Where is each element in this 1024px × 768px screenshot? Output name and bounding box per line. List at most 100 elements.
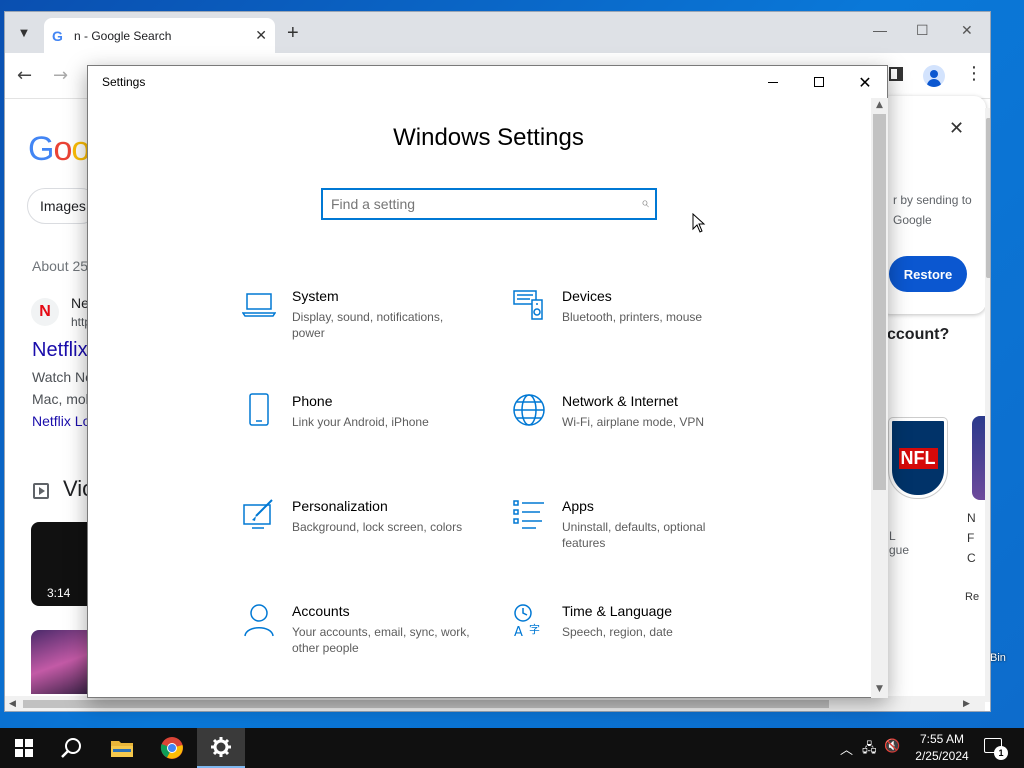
- side-panel-icon[interactable]: [889, 67, 903, 81]
- scrollbar-thumb[interactable]: [873, 114, 886, 490]
- forward-arrow-icon[interactable]: →: [53, 65, 68, 86]
- settings-window: Settings ✕ Windows Settings ⌕ System Dis…: [87, 65, 888, 698]
- page-title: Windows Settings: [393, 124, 584, 151]
- google-favicon-icon: G: [52, 27, 63, 44]
- page-horizontal-scrollbar[interactable]: ◀ ▶: [5, 696, 985, 711]
- taskbar: ︿ 🖧 🔇 7:55 AM 2/25/2024 1: [0, 728, 1024, 768]
- clock[interactable]: 7:55 AM 2/25/2024: [906, 731, 978, 765]
- scroll-up-arrow-icon[interactable]: ▲: [871, 100, 888, 110]
- chrome-minimize-button[interactable]: —: [873, 22, 887, 38]
- maximize-icon: [814, 77, 824, 87]
- settings-minimize-button[interactable]: [750, 66, 796, 98]
- side-caption-fragment: Re: [965, 591, 980, 603]
- video-play-icon: [33, 483, 49, 499]
- apps-list-icon: [513, 500, 544, 529]
- category-title: Apps: [562, 498, 594, 514]
- category-description: Wi-Fi, airplane mode, VPN: [562, 415, 705, 429]
- category-description: Link your Android, iPhone: [292, 415, 429, 429]
- category-title: Time & Language: [562, 603, 672, 619]
- scroll-down-arrow-icon[interactable]: ▼: [871, 684, 888, 694]
- category-title: Devices: [562, 288, 612, 304]
- taskbar-settings[interactable]: [197, 728, 245, 768]
- new-tab-button[interactable]: +: [287, 22, 299, 45]
- settings-maximize-button[interactable]: [796, 66, 842, 98]
- search-icon: [61, 738, 81, 758]
- nfl-caption: Lgue: [889, 529, 910, 557]
- card-close-icon[interactable]: ✕: [949, 118, 964, 139]
- scroll-right-arrow-icon[interactable]: ▶: [963, 696, 970, 711]
- back-arrow-icon[interactable]: ←: [17, 65, 32, 86]
- clock-date: 2/25/2024: [915, 749, 969, 763]
- taskbar-chrome[interactable]: [148, 728, 196, 768]
- category-description: Display, sound, notifications, power: [292, 310, 444, 340]
- tab-close-icon[interactable]: ✕: [255, 28, 267, 44]
- category-title: Accounts: [292, 603, 350, 619]
- svg-text:A: A: [514, 625, 523, 637]
- start-button[interactable]: [0, 728, 48, 768]
- chevron-down-icon: ▼: [20, 27, 28, 39]
- result-title-link[interactable]: Netflix: [32, 339, 88, 362]
- kebab-menu-icon[interactable]: ⋮: [965, 63, 983, 84]
- minimize-icon: [768, 81, 778, 83]
- chrome-close-button[interactable]: ✕: [961, 22, 973, 39]
- netflix-favicon-icon: N: [31, 298, 59, 326]
- category-network-internet[interactable]: Network & Internet Wi-Fi, airplane mode,…: [512, 393, 772, 463]
- settings-close-button[interactable]: ✕: [842, 66, 888, 98]
- network-icon[interactable]: 🖧: [862, 739, 877, 761]
- svg-text:字: 字: [529, 622, 540, 636]
- laptop-icon: [242, 293, 276, 317]
- windows-logo-icon: [15, 739, 33, 757]
- category-description: Uninstall, defaults, optional features: [562, 520, 706, 550]
- category-accounts[interactable]: Accounts Your accounts, email, sync, wor…: [242, 603, 502, 673]
- category-description: Speech, region, date: [562, 625, 673, 639]
- category-devices[interactable]: Devices Bluetooth, printers, mouse: [512, 288, 772, 358]
- paint-icon: [243, 499, 273, 529]
- category-description: Your accounts, email, sync, work, other …: [292, 625, 470, 655]
- result-sitelink[interactable]: Netflix Lo: [32, 413, 90, 429]
- scroll-left-arrow-icon[interactable]: ◀: [9, 696, 16, 711]
- category-title: System: [292, 288, 339, 304]
- search-icon: ⌕: [641, 195, 649, 211]
- taskbar-search-button[interactable]: [48, 728, 96, 768]
- tab-search-button[interactable]: ▼: [11, 20, 37, 46]
- category-apps[interactable]: Apps Uninstall, defaults, optional featu…: [512, 498, 772, 568]
- nfl-logo-image[interactable]: NFL: [888, 417, 948, 499]
- close-icon: ✕: [858, 72, 872, 92]
- time-language-icon: A 字: [514, 604, 540, 637]
- restore-session-card: ✕ r by sending to Google Restore: [879, 96, 986, 314]
- tab-title: n - Google Search: [74, 28, 172, 43]
- page-vertical-scrollbar[interactable]: [985, 108, 990, 702]
- chevron-up-icon[interactable]: ︿: [840, 739, 853, 758]
- volume-muted-icon[interactable]: 🔇: [884, 739, 900, 754]
- chrome-icon: [160, 737, 183, 759]
- account-question-heading: ccount?: [887, 326, 950, 343]
- restore-button[interactable]: Restore: [889, 256, 967, 292]
- settings-search-box[interactable]: ⌕: [321, 188, 657, 220]
- video-duration: 3:14: [47, 586, 71, 600]
- mouse-cursor-icon: [692, 213, 706, 233]
- devices-icon: [513, 290, 543, 320]
- category-title: Personalization: [292, 498, 388, 514]
- clock-time: 7:55 AM: [919, 732, 965, 746]
- category-phone[interactable]: Phone Link your Android, iPhone: [242, 393, 502, 463]
- result-snippet-line: Mac, mob: [32, 391, 94, 407]
- profile-avatar-icon[interactable]: [923, 65, 945, 87]
- category-time-language[interactable]: A 字 Time & Language Speech, region, date: [512, 603, 772, 673]
- person-icon: [244, 604, 274, 637]
- chrome-maximize-button[interactable]: ☐: [916, 22, 929, 39]
- category-system[interactable]: System Display, sound, notifications, po…: [242, 288, 502, 358]
- taskbar-file-explorer[interactable]: [98, 728, 146, 768]
- folder-icon: [111, 741, 133, 757]
- tab-google-search[interactable]: G n - Google Search ✕: [44, 18, 275, 53]
- recycle-bin-label[interactable]: Bin: [990, 652, 1006, 664]
- settings-window-title: Settings: [102, 75, 146, 89]
- settings-vertical-scrollbar[interactable]: ▲ ▼: [871, 98, 888, 698]
- category-personalization[interactable]: Personalization Background, lock screen,…: [242, 498, 502, 568]
- search-input[interactable]: [331, 193, 631, 215]
- settings-titlebar[interactable]: Settings ✕: [88, 66, 887, 98]
- side-caption: NFC: [967, 511, 976, 565]
- result-snippet-line: Watch Ne: [32, 369, 93, 385]
- gear-icon: [211, 737, 231, 757]
- restore-card-text: r by sending to Google: [893, 193, 972, 227]
- category-description: Background, lock screen, colors: [292, 520, 463, 534]
